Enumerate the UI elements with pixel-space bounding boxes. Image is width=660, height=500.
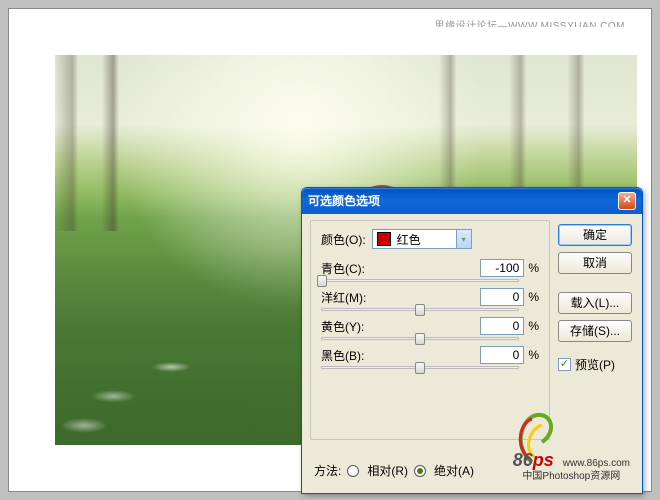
radio-relative[interactable] [347,465,359,477]
close-icon: ✕ [622,194,631,206]
color-swatch [377,232,391,246]
slider-label: 青色(C): [321,260,480,277]
cyan-input[interactable] [480,259,524,277]
method-label: 方法: [314,462,341,479]
watermark-bottom: 86ps www.86ps.com 中国Photoshop资源网 [513,454,630,483]
slider-black: 黑色(B): % [321,346,539,369]
radio-absolute[interactable] [414,465,426,477]
radio-relative-label: 相对(R) [367,462,408,479]
magenta-track[interactable] [321,308,519,311]
load-button[interactable]: 载入(L)... [558,292,632,314]
dialog-titlebar[interactable]: 可选颜色选项 ✕ [302,188,642,214]
watermark-logo-a: 86 [513,450,533,470]
selective-color-dialog: 可选颜色选项 ✕ 颜色(O): 红色 ▾ 青色(C): [301,187,643,494]
slider-thumb[interactable] [415,362,425,374]
percent-sign: % [528,319,539,333]
percent-sign: % [528,261,539,275]
black-track[interactable] [321,366,519,369]
slider-cyan: 青色(C): % [321,259,539,282]
color-name: 红色 [397,231,454,248]
magenta-input[interactable] [480,288,524,306]
watermark-sub: 中国Photoshop资源网 [522,471,620,482]
slider-thumb[interactable] [415,304,425,316]
slider-thumb[interactable] [415,333,425,345]
black-input[interactable] [480,346,524,364]
color-label: 颜色(O): [321,231,366,248]
sliders-group: 颜色(O): 红色 ▾ 青色(C): % [310,220,550,440]
watermark-url: www.86ps.com [563,458,630,469]
slider-thumb[interactable] [317,275,327,287]
preview-row: ✓ 预览(P) [558,356,632,373]
yellow-track[interactable] [321,337,519,340]
dialog-title: 可选颜色选项 [308,188,380,214]
save-button[interactable]: 存储(S)... [558,320,632,342]
preview-checkbox[interactable]: ✓ [558,358,571,371]
percent-sign: % [528,348,539,362]
yellow-input[interactable] [480,317,524,335]
percent-sign: % [528,290,539,304]
app-canvas: 思缘设计论坛—WWW.MISSYUAN.COM 可选颜色选项 ✕ 颜色(O): [8,8,652,492]
cancel-button[interactable]: 取消 [558,252,632,274]
watermark-logo-b: ps [533,450,554,470]
slider-magenta: 洋红(M): % [321,288,539,311]
slider-label: 黄色(Y): [321,318,480,335]
dialog-body: 颜色(O): 红色 ▾ 青色(C): % [302,214,642,493]
method-row: 方法: 相对(R) 绝对(A) [314,462,474,479]
close-button[interactable]: ✕ [618,192,636,210]
preview-label: 预览(P) [575,356,615,373]
radio-absolute-label: 绝对(A) [434,462,474,479]
slider-yellow: 黄色(Y): % [321,317,539,340]
cyan-track[interactable] [321,279,519,282]
color-select[interactable]: 红色 ▾ [372,229,472,249]
slider-label: 黑色(B): [321,347,480,364]
chevron-down-icon: ▾ [456,230,471,248]
ok-button[interactable]: 确定 [558,224,632,246]
buttons-column: 确定 取消 载入(L)... 存储(S)... ✓ 预览(P) [558,224,632,373]
slider-label: 洋红(M): [321,289,480,306]
color-row: 颜色(O): 红色 ▾ [321,229,539,249]
